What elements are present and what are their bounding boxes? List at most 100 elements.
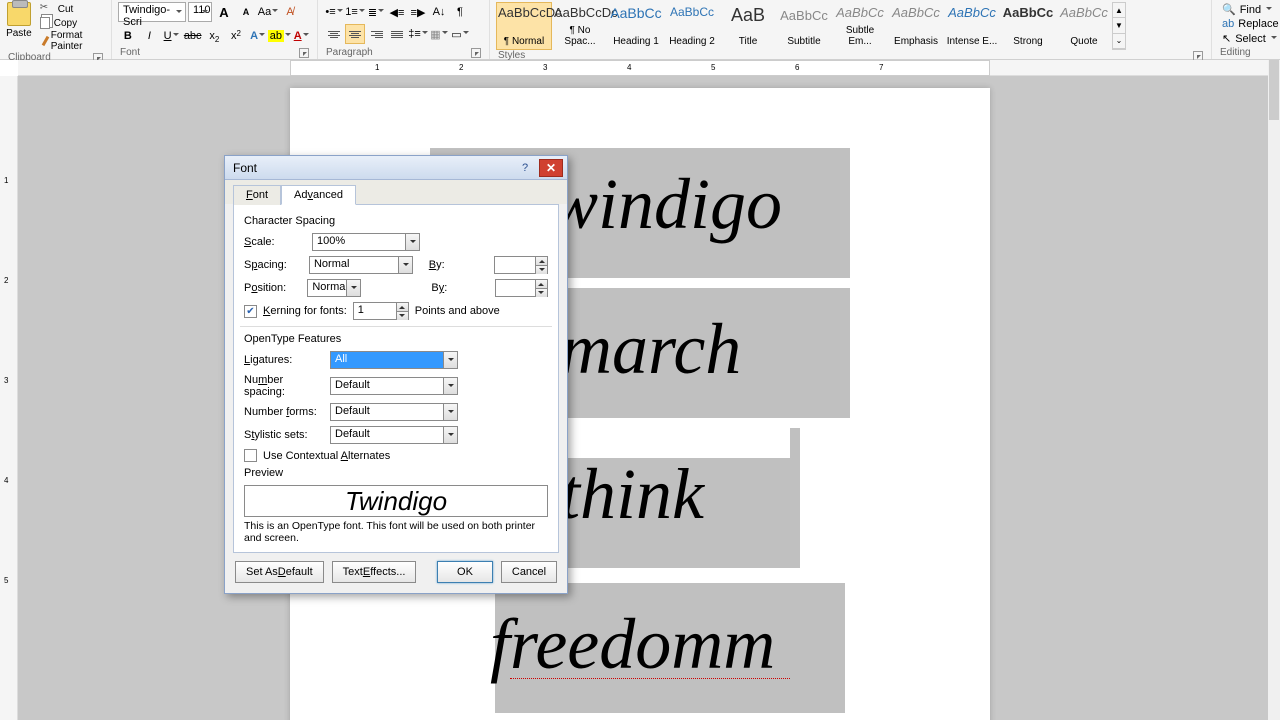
spacing-combo[interactable]: Normal bbox=[309, 256, 413, 274]
style-title[interactable]: AaBTitle bbox=[720, 2, 776, 50]
kerning-spin[interactable]: 1 bbox=[353, 302, 409, 320]
ligatures-combo[interactable]: All bbox=[330, 351, 458, 369]
font-color-button[interactable]: A bbox=[291, 25, 311, 47]
underline-button[interactable]: U bbox=[161, 25, 181, 47]
brush-icon bbox=[41, 36, 49, 46]
bold-button[interactable]: B bbox=[118, 25, 138, 47]
group-paragraph: •≡ 1≡ ≣ ◀≡ ≡▶ A↓ ¶ ‡≡ ▦ ▭ Paragraph bbox=[318, 0, 490, 59]
borders-button[interactable]: ▭ bbox=[450, 24, 470, 44]
contextual-alternates-checkbox[interactable] bbox=[244, 449, 257, 462]
styles-gallery: AaBbCcDc¶ Normal AaBbCcDc¶ No Spac... Aa… bbox=[496, 2, 1112, 50]
styles-scroll[interactable]: ▲▼⌄ bbox=[1112, 2, 1126, 50]
find-button[interactable]: 🔍Find bbox=[1218, 2, 1274, 17]
vertical-ruler: 1 2 3 4 5 bbox=[0, 76, 18, 720]
strikethrough-button[interactable]: abc bbox=[183, 25, 203, 47]
text-effects-button[interactable]: A bbox=[248, 25, 268, 47]
font-name-select[interactable]: Twindigo-Scri bbox=[118, 2, 186, 22]
style-intense-emphasis[interactable]: AaBbCcIntense E... bbox=[944, 2, 1000, 50]
font-label: Font bbox=[120, 47, 140, 58]
superscript-button[interactable]: x2 bbox=[226, 25, 246, 47]
dialog-help-button[interactable]: ? bbox=[513, 159, 537, 177]
style-heading2[interactable]: AaBbCcHeading 2 bbox=[664, 2, 720, 50]
style-normal[interactable]: AaBbCcDc¶ Normal bbox=[496, 2, 552, 50]
multilevel-button[interactable]: ≣ bbox=[366, 2, 386, 22]
vertical-scrollbar[interactable] bbox=[1268, 60, 1280, 720]
contextual-alternates-label: Use Contextual Alternates bbox=[263, 450, 390, 462]
replace-icon: ab bbox=[1222, 18, 1234, 30]
align-left-button[interactable] bbox=[324, 24, 344, 44]
cut-icon: ✂ bbox=[40, 2, 54, 16]
bullets-button[interactable]: •≡ bbox=[324, 2, 344, 22]
spacing-by-spin[interactable] bbox=[494, 256, 548, 274]
stylistic-sets-combo[interactable]: Default bbox=[330, 426, 458, 444]
group-clipboard: Paste ✂Cut Copy Format Painter Clipboard bbox=[0, 0, 112, 59]
change-case-button[interactable]: Aa bbox=[258, 2, 278, 22]
style-heading1[interactable]: AaBbCcHeading 1 bbox=[608, 2, 664, 50]
style-strong[interactable]: AaBbCcStrong bbox=[1000, 2, 1056, 50]
paste-button[interactable]: Paste bbox=[6, 2, 32, 52]
doc-line-4: freedomm bbox=[490, 608, 775, 680]
horizontal-ruler: 1 2 3 4 5 6 7 bbox=[18, 60, 1268, 76]
spacing-label: Spacing: bbox=[244, 259, 303, 271]
select-icon: ↖ bbox=[1222, 32, 1231, 45]
format-painter-button[interactable]: Format Painter bbox=[36, 30, 105, 52]
spellcheck-underline bbox=[510, 678, 790, 679]
justify-button[interactable] bbox=[387, 24, 407, 44]
cut-button[interactable]: ✂Cut bbox=[36, 2, 105, 16]
number-forms-combo[interactable]: Default bbox=[330, 403, 458, 421]
ok-button[interactable]: OK bbox=[437, 561, 493, 583]
shading-button[interactable]: ▦ bbox=[429, 24, 449, 44]
shrink-font-button[interactable]: A bbox=[236, 2, 256, 22]
document-area[interactable]: windigo march think freedomm bbox=[18, 76, 1268, 720]
subscript-button[interactable]: x2 bbox=[205, 25, 225, 47]
tab-font[interactable]: FFontont bbox=[233, 185, 281, 205]
scale-combo[interactable]: 100% bbox=[312, 233, 420, 251]
character-spacing-title: Character Spacing bbox=[244, 215, 548, 227]
increase-indent-button[interactable]: ≡▶ bbox=[408, 2, 428, 22]
show-marks-button[interactable]: ¶ bbox=[450, 2, 470, 22]
style-quote[interactable]: AaBbCcQuote bbox=[1056, 2, 1112, 50]
line-spacing-button[interactable]: ‡≡ bbox=[408, 24, 428, 44]
kerning-checkbox[interactable] bbox=[244, 305, 257, 318]
text-effects-button[interactable]: Text Effects... bbox=[332, 561, 417, 583]
dialog-close-button[interactable]: ✕ bbox=[539, 159, 563, 177]
style-subtitle[interactable]: AaBbCcSubtitle bbox=[776, 2, 832, 50]
font-launcher[interactable] bbox=[299, 48, 309, 58]
sort-button[interactable]: A↓ bbox=[429, 2, 449, 22]
align-center-button[interactable] bbox=[345, 24, 365, 44]
dialog-titlebar[interactable]: Font ? ✕ bbox=[225, 156, 567, 180]
replace-button[interactable]: abReplace bbox=[1218, 17, 1274, 31]
paragraph-label: Paragraph bbox=[326, 47, 373, 58]
highlight-button[interactable]: ab bbox=[269, 25, 289, 47]
spacing-by-label: By: bbox=[429, 259, 488, 271]
preview-box: Twindigo bbox=[244, 485, 548, 517]
italic-button[interactable]: I bbox=[140, 25, 160, 47]
decrease-indent-button[interactable]: ◀≡ bbox=[387, 2, 407, 22]
numbering-button[interactable]: 1≡ bbox=[345, 2, 365, 22]
grow-font-button[interactable]: A bbox=[214, 2, 234, 22]
position-by-spin[interactable] bbox=[495, 279, 548, 297]
tab-advanced[interactable]: AdvancedAdvanced bbox=[281, 185, 356, 205]
set-as-default-button[interactable]: Set As Default bbox=[235, 561, 324, 583]
position-label: Position: bbox=[244, 282, 301, 294]
ribbon: Paste ✂Cut Copy Format Painter Clipboard… bbox=[0, 0, 1280, 60]
font-size-select[interactable]: 110 bbox=[188, 2, 212, 22]
dialog-title: Font bbox=[233, 161, 513, 175]
find-icon: 🔍 bbox=[1222, 3, 1236, 16]
stylistic-sets-label: Stylistic sets: bbox=[244, 429, 324, 441]
select-button[interactable]: ↖Select bbox=[1218, 31, 1274, 46]
doc-line-3: think bbox=[560, 458, 704, 530]
paragraph-launcher[interactable] bbox=[471, 48, 481, 58]
number-spacing-combo[interactable]: Default bbox=[330, 377, 458, 395]
style-emphasis[interactable]: AaBbCcEmphasis bbox=[888, 2, 944, 50]
cancel-button[interactable]: Cancel bbox=[501, 561, 557, 583]
clear-formatting-button[interactable]: A̸ bbox=[280, 2, 300, 22]
align-right-button[interactable] bbox=[366, 24, 386, 44]
ligatures-label: Ligatures: bbox=[244, 354, 324, 366]
style-no-spacing[interactable]: AaBbCcDc¶ No Spac... bbox=[552, 2, 608, 50]
style-subtle-emphasis[interactable]: AaBbCcSubtle Em... bbox=[832, 2, 888, 50]
position-combo[interactable]: Normal bbox=[307, 279, 361, 297]
copy-button[interactable]: Copy bbox=[36, 17, 105, 29]
position-by-label: By: bbox=[431, 282, 488, 294]
preview-note: This is an OpenType font. This font will… bbox=[244, 520, 548, 544]
